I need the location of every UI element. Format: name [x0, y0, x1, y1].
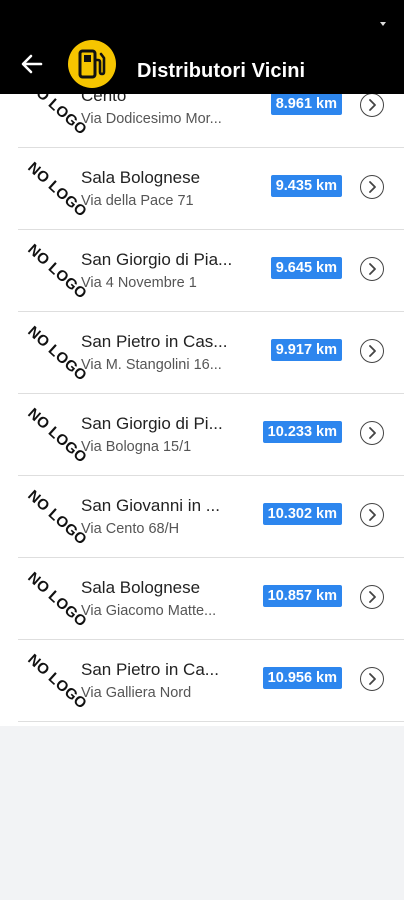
station-name: Sala Bolognese	[81, 168, 201, 187]
status-bar	[0, 0, 404, 34]
fuel-pump-icon	[78, 49, 106, 79]
station-name: San Pietro in Ca...	[81, 660, 219, 679]
signal-icon	[380, 22, 386, 26]
no-logo-image: NO LOGO	[24, 159, 90, 221]
row-divider	[18, 721, 404, 722]
chevron-right-circle-icon[interactable]	[360, 585, 384, 609]
station-row[interactable]: NO LOGO Sala Bolognese Via Giacomo Matte…	[0, 558, 404, 640]
station-address: Via M. Stangolini 16...	[81, 357, 222, 373]
arrow-left-icon	[21, 54, 43, 74]
station-row[interactable]: NO LOGO Sala Bolognese Via della Pace 71…	[0, 148, 404, 230]
station-address: Via della Pace 71	[81, 193, 194, 209]
no-logo-image: NO LOGO	[24, 487, 90, 549]
chevron-right-circle-icon[interactable]	[360, 339, 384, 363]
no-logo-image: NO LOGO	[24, 94, 90, 139]
no-logo-image: NO LOGO	[24, 569, 90, 631]
distance-badge: 10.857 km	[262, 585, 342, 607]
distance-badge: 9.645 km	[270, 257, 342, 279]
station-address: Via Bologna 15/1	[81, 439, 192, 455]
station-row[interactable]: NO LOGO San Giorgio di Pi... Via Bologna…	[0, 394, 404, 476]
station-address: Via Cento 68/H	[81, 521, 180, 537]
station-name: San Giovanni in ...	[81, 496, 220, 515]
chevron-right-circle-icon[interactable]	[360, 94, 384, 117]
station-row[interactable]: NO LOGO San Pietro in Cas... Via M. Stan…	[0, 312, 404, 394]
app-logo	[68, 40, 116, 88]
no-logo-image: NO LOGO	[24, 651, 90, 713]
station-list: NO LOGO Cento Via Dodicesimo Mor... 8.96…	[0, 94, 404, 726]
station-address: Via Giacomo Matte...	[81, 603, 217, 619]
page-title: Distributori Vicini	[137, 60, 306, 82]
chevron-right-circle-icon[interactable]	[360, 257, 384, 281]
station-row[interactable]: NO LOGO Cento Via Dodicesimo Mor... 8.96…	[0, 94, 404, 148]
distance-badge: 9.917 km	[270, 339, 342, 361]
station-name: San Giorgio di Pia...	[81, 250, 233, 269]
station-address: Via 4 Novembre 1	[81, 275, 197, 291]
station-name: San Giorgio di Pi...	[81, 414, 223, 433]
station-name: Cento	[81, 94, 127, 105]
no-logo-image: NO LOGO	[24, 323, 90, 385]
distance-badge: 9.435 km	[270, 175, 342, 197]
chevron-right-circle-icon[interactable]	[360, 667, 384, 691]
distance-badge: 10.302 km	[262, 503, 342, 525]
chevron-right-circle-icon[interactable]	[360, 503, 384, 527]
station-address: Via Galliera Nord	[81, 685, 192, 701]
station-row[interactable]: NO LOGO San Giovanni in ... Via Cento 68…	[0, 476, 404, 558]
distance-badge: 10.956 km	[262, 667, 342, 689]
back-button[interactable]	[14, 48, 50, 80]
distance-badge: 8.961 km	[270, 94, 342, 115]
chevron-right-circle-icon[interactable]	[360, 175, 384, 199]
chevron-right-circle-icon[interactable]	[360, 421, 384, 445]
station-address: Via Dodicesimo Mor...	[81, 111, 222, 127]
no-logo-image: NO LOGO	[24, 241, 90, 303]
app-bar: Distributori Vicini	[0, 34, 404, 94]
station-name: San Pietro in Cas...	[81, 332, 228, 351]
no-logo-image: NO LOGO	[24, 405, 90, 467]
station-row[interactable]: NO LOGO San Pietro in Ca... Via Galliera…	[0, 640, 404, 722]
station-row[interactable]: NO LOGO San Giorgio di Pia... Via 4 Nove…	[0, 230, 404, 312]
distance-badge: 10.233 km	[262, 421, 342, 443]
station-name: Sala Bolognese	[81, 578, 201, 597]
